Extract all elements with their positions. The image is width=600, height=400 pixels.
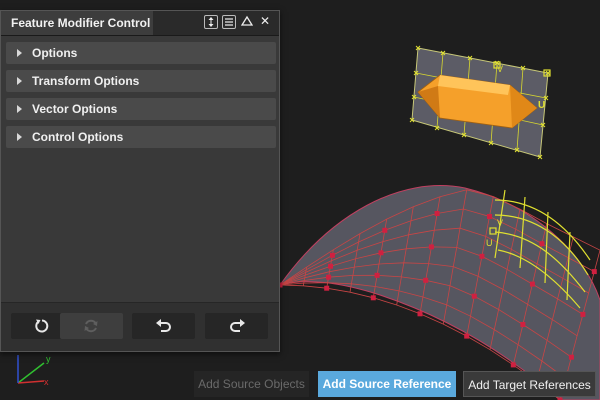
panel-header[interactable]: Feature Modifier Control ✕: [1, 11, 279, 36]
add-source-reference-button[interactable]: Add Source Reference: [318, 371, 456, 397]
redo-arrow-icon: [230, 319, 245, 332]
section-options[interactable]: Options: [6, 42, 276, 64]
surface-control-point[interactable]: [428, 244, 434, 250]
expand-triangle-icon: [17, 77, 22, 85]
section-vector-options[interactable]: Vector Options: [6, 98, 276, 120]
expand-triangle-icon: [17, 49, 22, 57]
expand-collapse-icon[interactable]: [204, 15, 218, 29]
refresh-icon: [84, 319, 98, 333]
undo-arrow-icon: [156, 319, 171, 332]
section-label: Options: [32, 46, 78, 60]
source-u-label: U: [538, 100, 545, 111]
surface-control-point[interactable]: [382, 227, 388, 233]
source-v-label: V: [497, 64, 503, 74]
expand-triangle-icon: [17, 133, 22, 141]
feature-modifier-panel[interactable]: Feature Modifier Control ✕ Options Trans…: [0, 10, 280, 352]
source-lattice-box[interactable]: V U: [409, 45, 551, 160]
add-source-objects-button[interactable]: Add Source Objects: [194, 371, 309, 397]
section-transform-options[interactable]: Transform Options: [6, 70, 276, 92]
surface-control-point[interactable]: [417, 311, 423, 317]
surface-control-point[interactable]: [471, 293, 477, 299]
undo-button[interactable]: [132, 313, 195, 339]
surface-control-point[interactable]: [329, 252, 335, 258]
surface-control-point[interactable]: [370, 295, 376, 301]
list-icon[interactable]: [222, 15, 236, 29]
surface-control-point[interactable]: [591, 269, 597, 275]
section-label: Transform Options: [32, 74, 140, 88]
surface-control-point[interactable]: [326, 274, 332, 280]
surface-control-point[interactable]: [568, 354, 574, 360]
triangle-up-icon[interactable]: [240, 15, 254, 29]
panel-title: Feature Modifier Control: [1, 11, 153, 35]
surface-v-label: V: [497, 218, 503, 228]
surface-u-label: U: [486, 238, 493, 248]
refresh-button[interactable]: [60, 313, 123, 339]
axis-gizmo: y x: [17, 354, 51, 387]
axis-y-label: y: [46, 354, 51, 364]
redo-button[interactable]: [205, 313, 268, 339]
panel-footer: [1, 302, 279, 351]
section-label: Control Options: [32, 130, 124, 144]
surface-control-point[interactable]: [374, 272, 380, 278]
surface-control-point[interactable]: [464, 333, 470, 339]
reset-icon: [35, 319, 49, 333]
surface-control-point[interactable]: [580, 311, 586, 317]
close-icon[interactable]: ✕: [258, 15, 272, 29]
axis-x-label: x: [44, 377, 49, 387]
surface-control-point[interactable]: [479, 253, 485, 259]
surface-control-point[interactable]: [529, 281, 535, 287]
section-control-options[interactable]: Control Options: [6, 126, 276, 148]
surface-control-point[interactable]: [434, 211, 440, 216]
surface-control-point[interactable]: [539, 241, 545, 247]
surface-control-point[interactable]: [324, 285, 330, 291]
target-surface[interactable]: [277, 185, 600, 400]
surface-control-point[interactable]: [423, 277, 429, 283]
surface-control-point[interactable]: [487, 214, 492, 219]
surface-control-point[interactable]: [520, 322, 526, 327]
add-target-references-button[interactable]: Add Target References: [463, 371, 596, 397]
surface-control-point[interactable]: [510, 362, 516, 368]
section-label: Vector Options: [32, 102, 118, 116]
expand-triangle-icon: [17, 105, 22, 113]
surface-control-point[interactable]: [328, 263, 333, 269]
surface-control-point[interactable]: [378, 250, 384, 256]
